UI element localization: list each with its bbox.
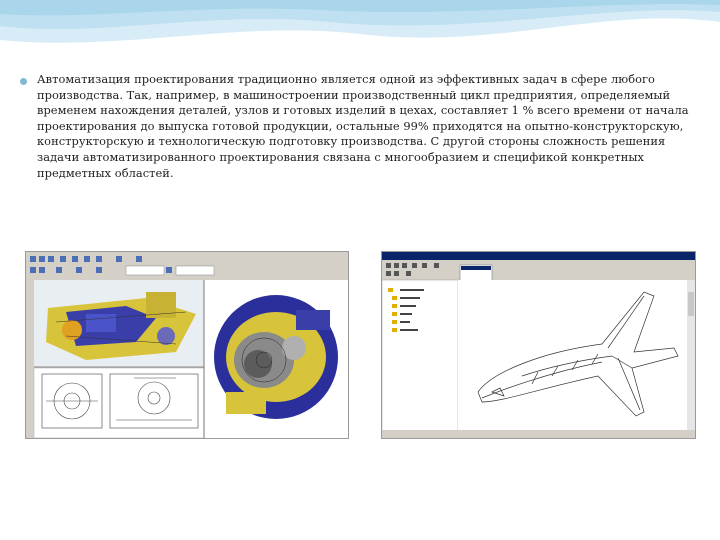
bullet-icon: [20, 78, 27, 85]
cad-mechanical-assembly-screenshot: [25, 251, 349, 439]
slide-body: Автоматизация проектирования традиционно…: [20, 72, 700, 181]
header-wave-decoration: [0, 0, 720, 43]
bullet-item: Автоматизация проектирования традиционно…: [20, 72, 700, 181]
body-paragraph: Автоматизация проектирования традиционно…: [37, 72, 689, 180]
cad-space-shuttle-wireframe-screenshot: [381, 251, 696, 439]
